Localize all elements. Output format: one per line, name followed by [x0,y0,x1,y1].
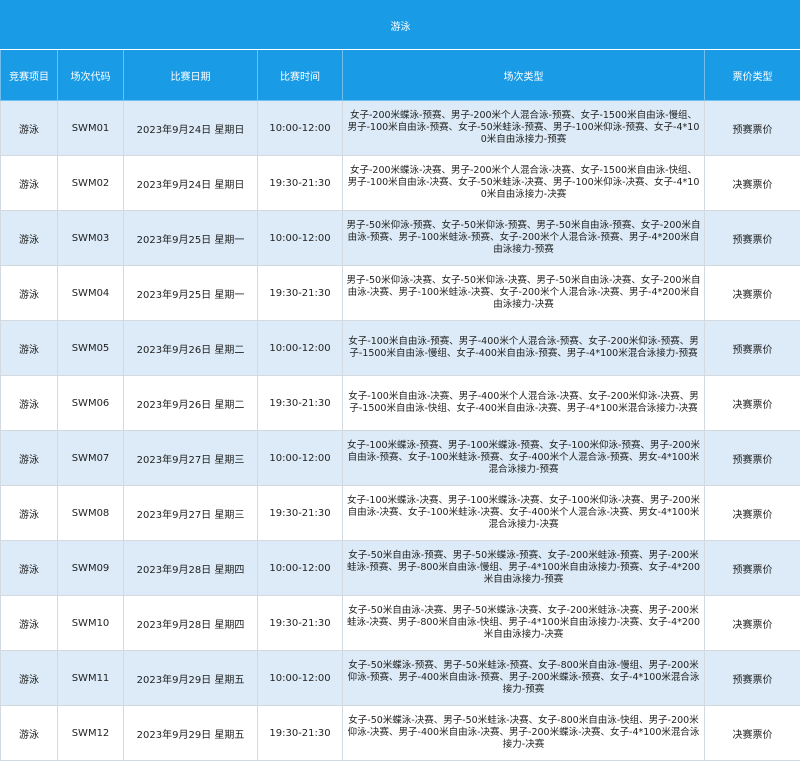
cell-ticket: 预赛票价 [704,210,800,266]
cell-events: 男子-50米仰泳-决赛、女子-50米仰泳-决赛、男子-50米自由泳-决赛、女子-… [342,265,705,321]
cell-date: 2023年9月27日 星期三 [123,430,258,486]
cell-date: 2023年9月27日 星期三 [123,485,258,541]
column-header-events: 场次类型 [342,49,705,101]
cell-sport: 游泳 [0,430,58,486]
cell-events: 女子-200米蝶泳-决赛、男子-200米个人混合泳-决赛、女子-1500米自由泳… [342,155,705,211]
cell-time: 19:30-21:30 [257,595,343,651]
table-row: 游泳 SWM03 2023年9月25日 星期一 10:00-12:00 男子-50米仰泳… [0,210,800,266]
cell-sport: 游泳 [0,265,58,321]
cell-code: SWM01 [57,100,124,156]
cell-events: 女子-100米蝶泳-预赛、男子-100米蝶泳-预赛、女子-100米仰泳-预赛、男… [342,430,705,486]
cell-sport: 游泳 [0,705,58,761]
cell-ticket: 决赛票价 [704,375,800,431]
cell-time: 19:30-21:30 [257,265,343,321]
cell-code: SWM09 [57,540,124,596]
cell-time: 10:00-12:00 [257,100,343,156]
column-header-date: 比赛日期 [123,49,258,101]
column-header-sport: 竞赛项目 [0,49,58,101]
cell-time: 10:00-12:00 [257,650,343,706]
header-row: 竞赛项目 场次代码 比赛日期 比赛时间 场次类型 票价类型 [0,49,800,101]
cell-events: 女子-100米自由泳-预赛、男子-400米个人混合泳-预赛、女子-200米仰泳-… [342,320,705,376]
cell-date: 2023年9月28日 星期四 [123,595,258,651]
cell-ticket: 预赛票价 [704,320,800,376]
table-row: 游泳 SWM11 2023年9月29日 星期五 10:00-12:00 女子-50米蝶泳… [0,650,800,706]
cell-time: 10:00-12:00 [257,320,343,376]
cell-time: 10:00-12:00 [257,430,343,486]
cell-date: 2023年9月26日 星期二 [123,320,258,376]
cell-sport: 游泳 [0,650,58,706]
cell-sport: 游泳 [0,375,58,431]
cell-time: 19:30-21:30 [257,705,343,761]
cell-ticket: 决赛票价 [704,155,800,211]
table-body: 游泳 SWM01 2023年9月24日 星期日 10:00-12:00 女子-200米蝶… [0,100,800,761]
cell-ticket: 决赛票价 [704,705,800,761]
table-title: 游泳 [0,0,800,50]
cell-code: SWM05 [57,320,124,376]
cell-sport: 游泳 [0,210,58,266]
cell-date: 2023年9月25日 星期一 [123,265,258,321]
schedule-table: 游泳 竞赛项目 场次代码 比赛日期 比赛时间 场次类型 票价类型 游泳 SWM01… [0,0,800,761]
cell-events: 女子-100米蝶泳-决赛、男子-100米蝶泳-决赛、女子-100米仰泳-决赛、男… [342,485,705,541]
cell-code: SWM10 [57,595,124,651]
cell-sport: 游泳 [0,540,58,596]
table-row: 游泳 SWM07 2023年9月27日 星期三 10:00-12:00 女子-100米蝶… [0,430,800,486]
cell-sport: 游泳 [0,155,58,211]
table-row: 游泳 SWM06 2023年9月26日 星期二 19:30-21:30 女子-100米自… [0,375,800,431]
cell-sport: 游泳 [0,320,58,376]
cell-time: 10:00-12:00 [257,540,343,596]
cell-date: 2023年9月28日 星期四 [123,540,258,596]
cell-code: SWM03 [57,210,124,266]
cell-ticket: 预赛票价 [704,100,800,156]
table-row: 游泳 SWM12 2023年9月29日 星期五 19:30-21:30 女子-50米蝶泳… [0,705,800,761]
cell-ticket: 预赛票价 [704,430,800,486]
table-row: 游泳 SWM05 2023年9月26日 星期二 10:00-12:00 女子-100米自… [0,320,800,376]
cell-events: 女子-100米自由泳-决赛、男子-400米个人混合泳-决赛、女子-200米仰泳-… [342,375,705,431]
table-row: 游泳 SWM09 2023年9月28日 星期四 10:00-12:00 女子-50米自由… [0,540,800,596]
cell-sport: 游泳 [0,595,58,651]
cell-time: 19:30-21:30 [257,485,343,541]
cell-code: SWM11 [57,650,124,706]
table-row: 游泳 SWM01 2023年9月24日 星期日 10:00-12:00 女子-200米蝶… [0,100,800,156]
cell-time: 10:00-12:00 [257,210,343,266]
cell-ticket: 决赛票价 [704,265,800,321]
cell-code: SWM12 [57,705,124,761]
schedule-sheet: 游泳 竞赛项目 场次代码 比赛日期 比赛时间 场次类型 票价类型 游泳 SWM01… [0,0,800,768]
cell-date: 2023年9月25日 星期一 [123,210,258,266]
cell-events: 女子-200米蝶泳-预赛、男子-200米个人混合泳-预赛、女子-1500米自由泳… [342,100,705,156]
cell-code: SWM02 [57,155,124,211]
table-row: 游泳 SWM10 2023年9月28日 星期四 19:30-21:30 女子-50米自由… [0,595,800,651]
cell-ticket: 预赛票价 [704,540,800,596]
cell-code: SWM08 [57,485,124,541]
cell-date: 2023年9月24日 星期日 [123,155,258,211]
cell-date: 2023年9月29日 星期五 [123,650,258,706]
table-row: 游泳 SWM04 2023年9月25日 星期一 19:30-21:30 男子-50米仰泳… [0,265,800,321]
cell-events: 男子-50米仰泳-预赛、女子-50米仰泳-预赛、男子-50米自由泳-预赛、女子-… [342,210,705,266]
column-header-time: 比赛时间 [257,49,343,101]
cell-events: 女子-50米自由泳-决赛、男子-50米蝶泳-决赛、女子-200米蛙泳-决赛、男子… [342,595,705,651]
cell-sport: 游泳 [0,485,58,541]
cell-sport: 游泳 [0,100,58,156]
cell-date: 2023年9月24日 星期日 [123,100,258,156]
cell-events: 女子-50米蝶泳-决赛、男子-50米蛙泳-决赛、女子-800米自由泳-快组、男子… [342,705,705,761]
cell-date: 2023年9月29日 星期五 [123,705,258,761]
cell-ticket: 决赛票价 [704,485,800,541]
cell-time: 19:30-21:30 [257,375,343,431]
cell-events: 女子-50米自由泳-预赛、男子-50米蝶泳-预赛、女子-200米蛙泳-预赛、男子… [342,540,705,596]
column-header-ticket: 票价类型 [704,49,800,101]
cell-events: 女子-50米蝶泳-预赛、男子-50米蛙泳-预赛、女子-800米自由泳-慢组、男子… [342,650,705,706]
cell-ticket: 预赛票价 [704,650,800,706]
cell-time: 19:30-21:30 [257,155,343,211]
cell-code: SWM04 [57,265,124,321]
cell-date: 2023年9月26日 星期二 [123,375,258,431]
title-row: 游泳 [0,0,800,50]
cell-code: SWM07 [57,430,124,486]
table-row: 游泳 SWM02 2023年9月24日 星期日 19:30-21:30 女子-200米蝶… [0,155,800,211]
table-row: 游泳 SWM08 2023年9月27日 星期三 19:30-21:30 女子-100米蝶… [0,485,800,541]
column-header-code: 场次代码 [57,49,124,101]
cell-ticket: 决赛票价 [704,595,800,651]
cell-code: SWM06 [57,375,124,431]
